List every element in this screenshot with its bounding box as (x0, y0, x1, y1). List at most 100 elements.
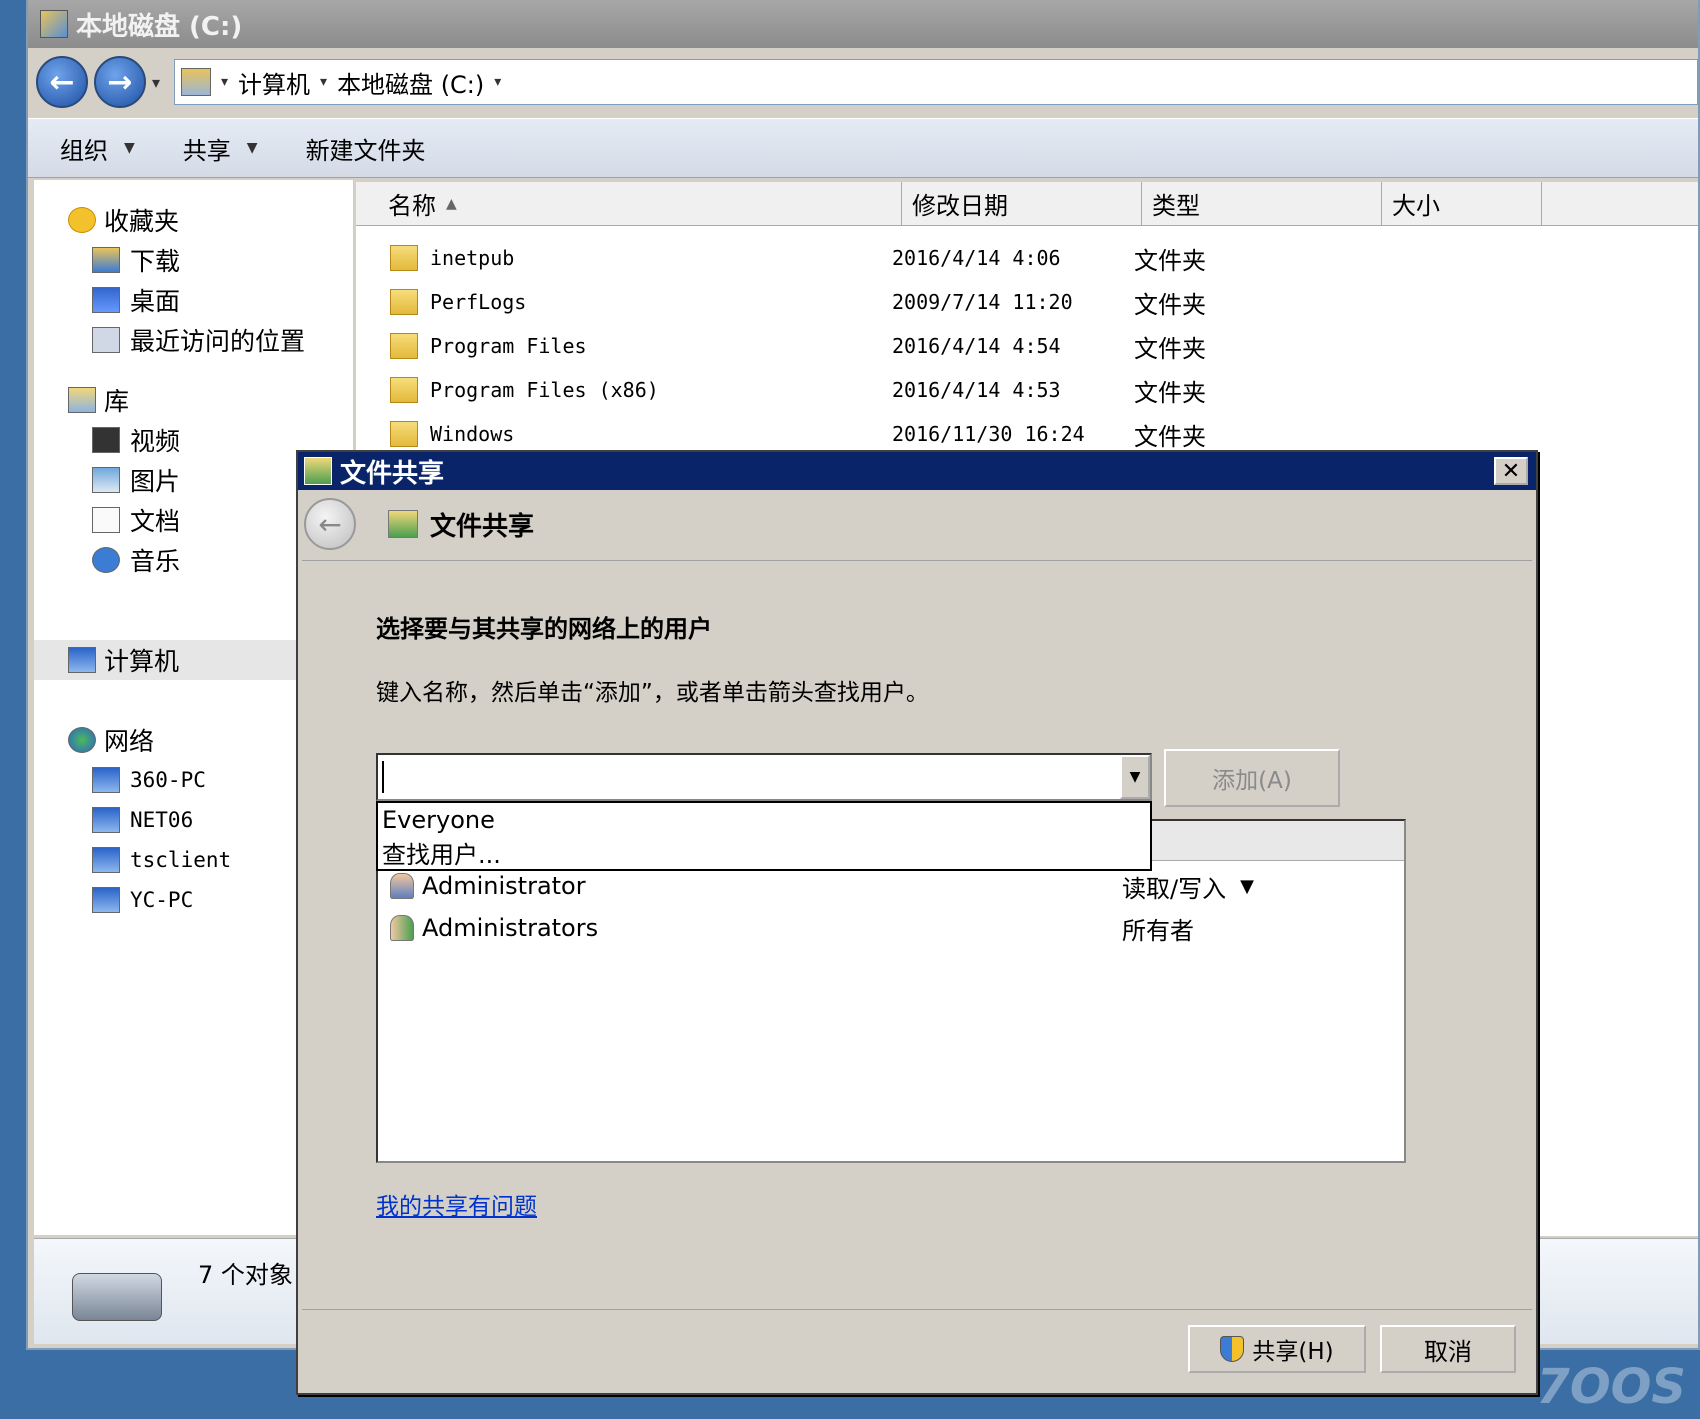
file-date: 2016/11/30 16:24 (892, 422, 1085, 446)
sharing-help-link[interactable]: 我的共享有问题 (376, 1187, 537, 1221)
file-name: PerfLogs (430, 290, 527, 314)
text-cursor (382, 761, 384, 793)
chevron-down-icon[interactable]: ▾ (320, 74, 327, 90)
nav-downloads[interactable]: 下载 (34, 240, 353, 280)
dialog-footer: 共享(H) 取消 (298, 1307, 1536, 1393)
nav-label: 文档 (130, 507, 181, 536)
address-bar[interactable]: ▾ 计算机 ▾ 本地磁盘 (C:) ▾ (174, 59, 1698, 105)
folder-icon (390, 245, 418, 271)
file-row[interactable]: inetpub 2016/4/14 4:06 文件夹 (356, 236, 1698, 280)
user-row[interactable]: Administrator 读取/写入 ▼ (378, 865, 1404, 907)
file-date: 2016/4/14 4:06 (892, 246, 1061, 270)
desktop-icon (92, 287, 120, 313)
favorites-group: 收藏夹 下载 桌面 最近访问的位置 (34, 200, 353, 360)
file-type: 文件夹 (1134, 422, 1206, 451)
nav-label: 视频 (130, 427, 181, 456)
new-folder-button[interactable]: 新建文件夹 (306, 131, 426, 166)
file-row[interactable]: PerfLogs 2009/7/14 11:20 文件夹 (356, 280, 1698, 324)
nav-desktop[interactable]: 桌面 (34, 280, 353, 320)
column-name[interactable]: 名称 ▲ (356, 182, 902, 225)
document-icon (92, 507, 120, 533)
nav-label: tsclient (130, 848, 232, 872)
cancel-button[interactable]: 取消 (1380, 1325, 1516, 1373)
folder-icon (390, 289, 418, 315)
user-name: Administrators (422, 914, 599, 942)
dialog-body: 选择要与其共享的网络上的用户 键入名称，然后单击“添加”，或者单击箭头查找用户。… (302, 560, 1532, 1310)
computer-icon (68, 647, 96, 673)
explorer-title: 本地磁盘 (C:) (76, 11, 243, 42)
chevron-down-icon: ▼ (124, 140, 135, 156)
user-row[interactable]: Administrators 所有者 (378, 907, 1404, 949)
share-button[interactable]: 共享(H) (1188, 1325, 1366, 1373)
organize-menu[interactable]: 组织 ▼ (60, 131, 135, 166)
hint-text: 键入名称，然后单击“添加”，或者单击箭头查找用户。 (376, 680, 929, 706)
nav-recent-places[interactable]: 最近访问的位置 (34, 320, 353, 360)
network-icon (68, 727, 96, 753)
column-type[interactable]: 类型 (1142, 182, 1382, 225)
user-group-icon (390, 915, 414, 941)
column-size[interactable]: 大小 (1382, 182, 1542, 225)
column-label: 名称 (388, 192, 436, 220)
organize-label: 组织 (60, 136, 108, 165)
nav-label: 库 (104, 387, 130, 416)
breadcrumb-drive-c[interactable]: 本地磁盘 (C:) (337, 65, 484, 100)
computer-icon (92, 847, 120, 873)
file-type: 文件夹 (1134, 334, 1206, 363)
back-arrow-icon[interactable]: ← (36, 56, 88, 108)
instruction-text: 选择要与其共享的网络上的用户 (376, 615, 712, 643)
nav-label: 图片 (130, 467, 181, 496)
forward-arrow-icon[interactable]: → (94, 56, 146, 108)
nav-favorites[interactable]: 收藏夹 (34, 200, 353, 240)
nav-label: 网络 (104, 727, 155, 756)
computer-icon (92, 807, 120, 833)
computer-icon (92, 887, 120, 913)
close-icon[interactable]: ✕ (1494, 457, 1528, 485)
chevron-down-icon[interactable]: ▾ (494, 74, 501, 90)
column-modified[interactable]: 修改日期 (902, 182, 1142, 225)
file-row[interactable]: Program Files 2016/4/14 4:54 文件夹 (356, 324, 1698, 368)
user-name-combobox[interactable]: ▼ (376, 753, 1152, 801)
user-name: Administrator (422, 872, 586, 900)
permission-dropdown[interactable]: 读取/写入 ▼ (1122, 869, 1254, 904)
dropdown-option-everyone[interactable]: Everyone (378, 803, 1150, 836)
back-arrow-icon[interactable]: ← (304, 498, 356, 550)
breadcrumb-computer[interactable]: 计算机 (238, 65, 310, 100)
dialog-nav: ← 文件共享 (298, 490, 1536, 558)
nav-libraries[interactable]: 库 (34, 380, 353, 420)
watermark-logo: 7OOS (1536, 1359, 1686, 1415)
dialog-titlebar: 文件共享 ✕ (298, 452, 1536, 490)
sort-ascending-icon: ▲ (446, 195, 457, 212)
nav-label: 桌面 (130, 287, 181, 316)
chevron-down-icon: ▼ (1240, 875, 1254, 897)
column-label: 类型 (1152, 192, 1200, 220)
file-date: 2016/4/14 4:54 (892, 334, 1061, 358)
add-button[interactable]: 添加(A) (1164, 749, 1340, 807)
navigation-bar: ← → ▾ ▾ 计算机 ▾ 本地磁盘 (C:) ▾ (36, 50, 1698, 114)
share-menu[interactable]: 共享 ▼ (183, 131, 258, 166)
user-icon (390, 873, 414, 899)
share-label: 共享 (182, 136, 231, 165)
star-icon (68, 207, 96, 233)
new-folder-label: 新建文件夹 (305, 136, 426, 165)
file-type: 文件夹 (1134, 246, 1206, 275)
dropdown-option-find-users[interactable]: 查找用户... (378, 836, 1150, 869)
recent-pages-dropdown[interactable]: ▾ (152, 73, 168, 92)
chevron-down-icon[interactable]: ▾ (221, 74, 228, 90)
command-bar: 组织 ▼ 共享 ▼ 新建文件夹 (28, 118, 1698, 178)
file-sharing-icon (304, 457, 332, 485)
file-type: 文件夹 (1134, 290, 1206, 319)
picture-icon (92, 467, 120, 493)
computer-icon (181, 68, 211, 96)
dialog-title: 文件共享 (340, 458, 445, 489)
video-icon (92, 427, 120, 453)
file-row[interactable]: Program Files (x86) 2016/4/14 4:53 文件夹 (356, 368, 1698, 412)
library-icon (68, 387, 96, 413)
user-dropdown-list: Everyone 查找用户... (376, 801, 1152, 871)
drive-icon (40, 10, 68, 38)
chevron-down-icon[interactable]: ▼ (1120, 755, 1150, 799)
file-name: Windows (430, 422, 515, 446)
music-icon (92, 547, 120, 573)
nav-label: 360-PC (130, 768, 206, 792)
nav-label: 下载 (130, 247, 181, 276)
file-date: 2009/7/14 11:20 (892, 290, 1073, 314)
